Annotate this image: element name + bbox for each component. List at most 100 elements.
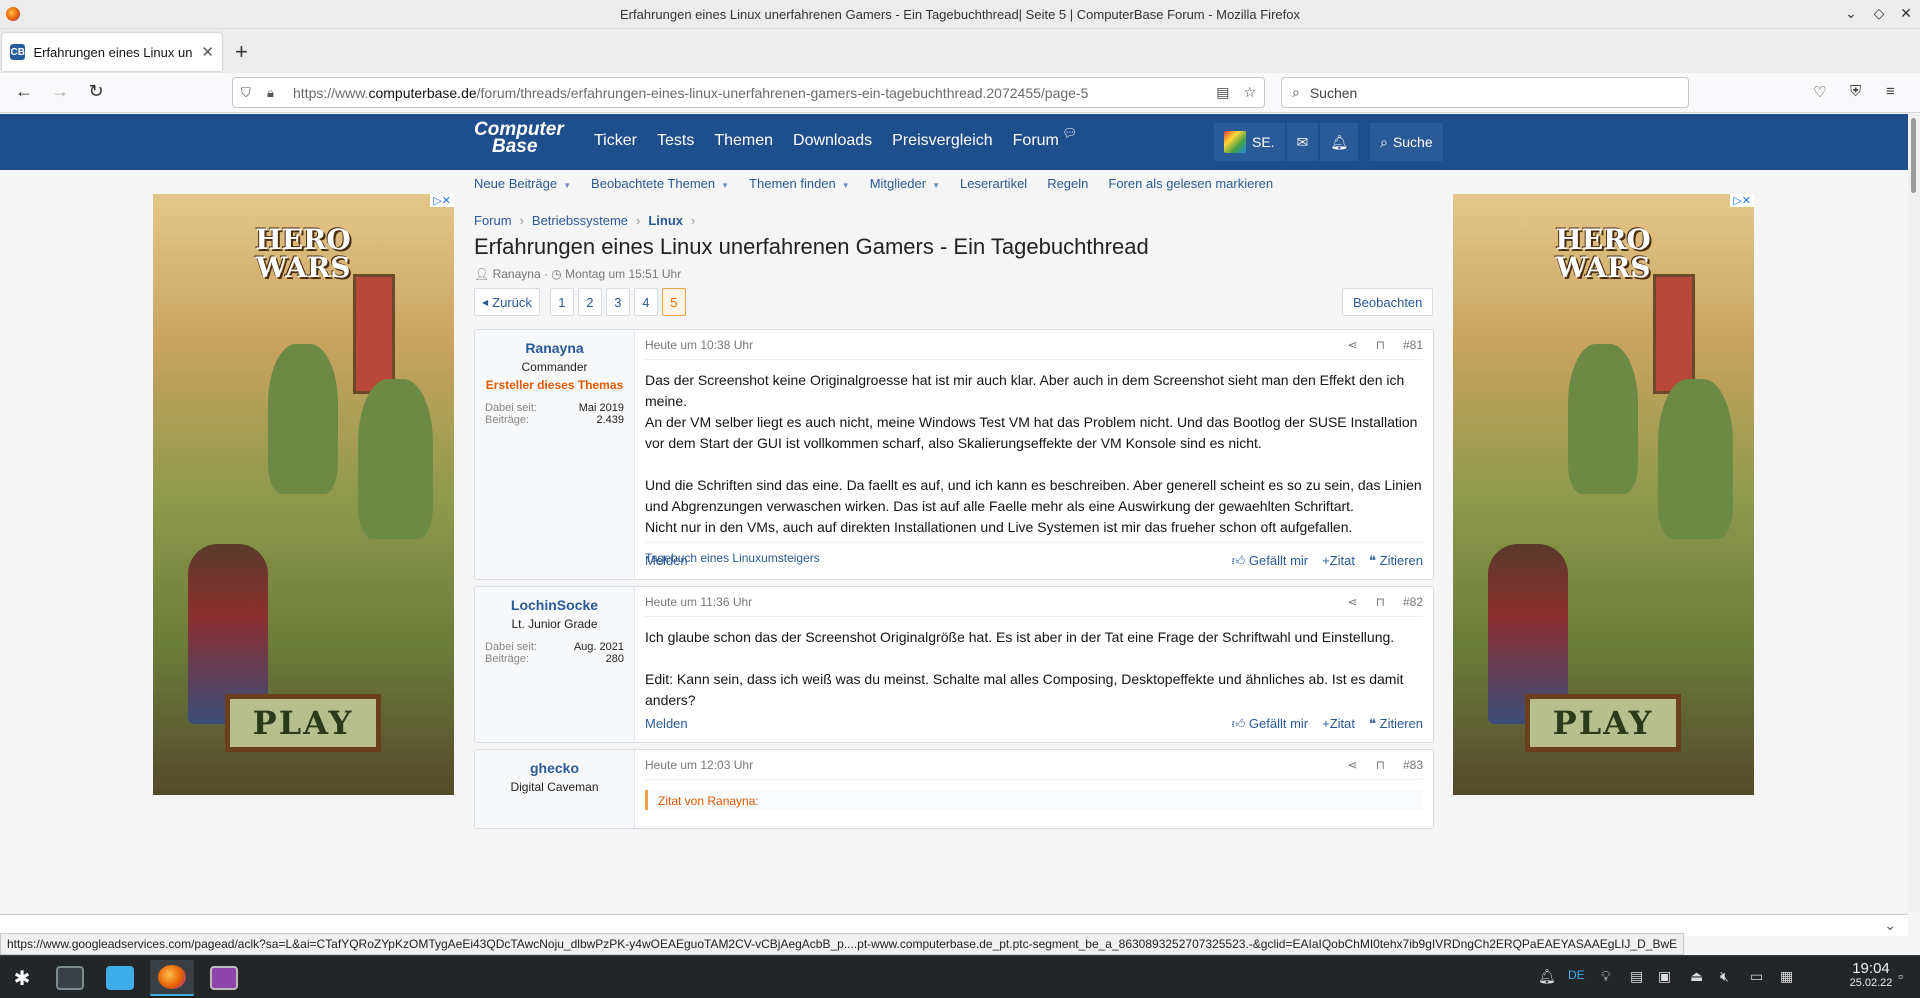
clock[interactable]: 19:04 25.02.22 [1836, 960, 1906, 989]
tracking-shield-icon[interactable]: ⛉ [241, 85, 259, 101]
page-4-button[interactable]: 4 [633, 288, 658, 316]
settings-app-icon[interactable] [48, 960, 92, 996]
forward-icon[interactable]: → [48, 81, 72, 102]
add-quote-button[interactable]: +Zitat [1322, 553, 1355, 569]
back-icon[interactable]: ← [12, 81, 36, 102]
usb-icon[interactable]: ⏏ [1690, 968, 1703, 985]
subnav-leserartikel[interactable]: Leserartikel [960, 176, 1027, 191]
scrollbar-thumb[interactable] [1911, 118, 1916, 193]
subnav-mitglieder[interactable]: Mitglieder ▼ [870, 176, 940, 191]
display-icon[interactable]: ▣ [1658, 968, 1671, 985]
ad-choices-icon[interactable]: ▷✕ [430, 194, 454, 207]
tab-close-icon[interactable]: ✕ [201, 43, 214, 61]
share-icon[interactable]: ⋖ [1348, 595, 1358, 609]
alerts-button[interactable]: 🔔︎ [1320, 123, 1359, 161]
post-number[interactable]: #81 [1403, 338, 1423, 352]
subnav-regeln[interactable]: Regeln [1047, 176, 1088, 191]
breadcrumb-linux[interactable]: Linux [648, 213, 683, 228]
page-5-button[interactable]: 5 [661, 288, 686, 316]
watch-thread-button[interactable]: Beobachten [1342, 288, 1434, 316]
page-scrollbar[interactable] [1908, 114, 1920, 912]
post-username[interactable]: Ranayna [483, 340, 626, 356]
thread-date[interactable]: Montag um 15:51 Uhr [565, 267, 681, 281]
breadcrumb-betriebssysteme[interactable]: Betriebssysteme [532, 213, 628, 228]
share-icon[interactable]: ⋖ [1348, 758, 1358, 772]
post-time[interactable]: Heute um 10:38 Uhr [645, 338, 753, 352]
breadcrumb-forum[interactable]: Forum [474, 213, 512, 228]
report-link[interactable]: Melden [645, 716, 688, 732]
browser-tab[interactable]: CB Erfahrungen eines Linux un ✕ [2, 33, 222, 71]
subnav-mark-read[interactable]: Foren als gelesen markieren [1108, 176, 1273, 191]
nav-themen[interactable]: Themen [714, 132, 773, 150]
nav-preisvergleich[interactable]: Preisvergleich [892, 132, 992, 150]
close-window-icon[interactable]: ✕ [1897, 5, 1915, 22]
clipboard-icon[interactable]: ▤ [1630, 968, 1643, 985]
quote-button[interactable]: ❝ Zitieren [1369, 553, 1423, 569]
like-button[interactable]: 👍︎ Gefällt mir [1232, 553, 1308, 569]
like-button[interactable]: 👍︎ Gefällt mir [1232, 716, 1308, 732]
app-launcher-icon[interactable]: ✱ [0, 960, 44, 996]
chevron-right-icon: › [519, 213, 524, 228]
post-time[interactable]: Heute um 11:36 Uhr [645, 595, 752, 609]
minimize-icon[interactable]: ⌄ [1842, 5, 1860, 22]
keyboard-layout[interactable]: DE [1568, 968, 1585, 982]
nav-forum[interactable]: Forum [1013, 132, 1059, 150]
nav-downloads[interactable]: Downloads [793, 132, 872, 150]
post-number[interactable]: #83 [1403, 758, 1423, 772]
reload-icon[interactable]: ↻ [84, 81, 108, 102]
thread-author[interactable]: Ranayna [493, 267, 541, 281]
post-time[interactable]: Heute um 12:03 Uhr [645, 758, 753, 772]
network-icon[interactable]: ▭ [1750, 968, 1763, 985]
page-2-button[interactable]: 2 [577, 288, 602, 316]
page-1-button[interactable]: 1 [549, 288, 574, 316]
page-3-button[interactable]: 3 [605, 288, 630, 316]
ad-play-button[interactable]: PLAY [1525, 694, 1681, 752]
nav-tests[interactable]: Tests [657, 132, 694, 150]
file-manager-icon[interactable] [98, 960, 142, 996]
share-icon[interactable]: ⋖ [1348, 338, 1358, 352]
bookmark-icon[interactable]: ⊓ [1376, 338, 1385, 352]
close-icon[interactable]: ⌄ [1884, 917, 1896, 934]
subnav-neue-beitraege[interactable]: Neue Beiträge ▼ [474, 176, 571, 191]
post-username[interactable]: ghecko [483, 760, 626, 776]
ad-banner-left[interactable]: ▷✕ HERO WARS PLAY [153, 194, 454, 795]
reader-view-icon[interactable]: ▤ [1216, 84, 1229, 101]
post-username[interactable]: LochinSocke [483, 597, 626, 613]
conversations-button[interactable]: ✉ [1286, 123, 1319, 161]
notifications-icon[interactable]: 🔔︎ [1538, 968, 1556, 985]
quote-button[interactable]: ❝ Zitieren [1369, 716, 1423, 732]
lightbulb-icon[interactable]: 💡︎ [1601, 968, 1611, 985]
show-desktop-icon[interactable]: ▫ [1898, 968, 1903, 984]
posts-value[interactable]: 2.439 [596, 414, 624, 426]
maximize-icon[interactable]: ◇ [1870, 5, 1888, 22]
report-link[interactable]: Melden [645, 553, 688, 569]
subnav-beobachtete-themen[interactable]: Beobachtete Themen ▼ [591, 176, 729, 191]
ublock-icon[interactable]: ⛨ [1850, 83, 1861, 100]
prev-page-button[interactable]: ◀ Zurück [474, 288, 540, 316]
lock-icon[interactable]: 🔒︎ [267, 85, 285, 101]
ad-choices-icon[interactable]: ▷✕ [1730, 194, 1754, 207]
posts-value[interactable]: 280 [606, 653, 624, 665]
url-bar[interactable]: ⛉ 🔒︎ https://www. computerbase.de/forum/t… [232, 77, 1265, 108]
volume-muted-icon[interactable]: 🔇︎ [1720, 968, 1729, 985]
calendar-icon[interactable]: ▦ [1780, 968, 1793, 985]
site-search-button[interactable]: ⌕ Suche [1370, 123, 1443, 161]
user-menu[interactable]: SE. [1214, 123, 1285, 161]
add-quote-button[interactable]: +Zitat [1322, 716, 1355, 732]
screenshot-app-icon[interactable] [202, 960, 246, 996]
quote-block[interactable]: Zitat von Ranayna: [645, 790, 1423, 810]
bookmark-icon[interactable]: ⊓ [1376, 595, 1385, 609]
ad-play-button[interactable]: PLAY [225, 694, 381, 752]
firefox-taskbar-icon[interactable] [150, 960, 194, 996]
bookmark-icon[interactable]: ⊓ [1376, 758, 1385, 772]
subnav-themen-finden[interactable]: Themen finden ▼ [749, 176, 850, 191]
pocket-icon[interactable]: ♡ [1813, 83, 1826, 101]
menu-icon[interactable]: ≡ [1886, 83, 1895, 100]
bookmark-star-icon[interactable]: ☆ [1243, 84, 1256, 101]
computerbase-logo[interactable]: Computer Base [474, 120, 572, 163]
nav-ticker[interactable]: Ticker [594, 132, 637, 150]
post-number[interactable]: #82 [1403, 595, 1423, 609]
search-bar[interactable]: ⌕ Suchen [1281, 77, 1689, 108]
ad-banner-right[interactable]: ▷✕ HERO WARS PLAY [1453, 194, 1754, 795]
new-tab-icon[interactable]: + [235, 39, 248, 65]
